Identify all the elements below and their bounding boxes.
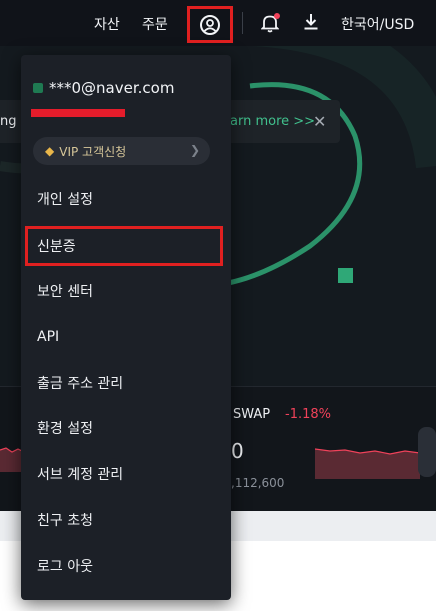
menu-item-security-center[interactable]: 보안 센터	[21, 271, 231, 311]
nav-assets[interactable]: 자산	[94, 14, 120, 34]
chevron-right-icon: ❯	[189, 143, 200, 157]
user-menu-button[interactable]	[187, 6, 233, 43]
language-currency-selector[interactable]: 한국어/USD	[341, 14, 414, 34]
menu-item-preferences[interactable]: 환경 설정	[21, 408, 231, 448]
nav-orders[interactable]: 주문	[142, 14, 168, 34]
menu-item-withdrawal-address[interactable]: 출금 주소 관리	[21, 363, 231, 403]
learn-more-link[interactable]: arn more >>	[230, 114, 315, 129]
menu-item-logout[interactable]: 로그 아웃	[21, 546, 231, 586]
user-circle-icon	[200, 14, 220, 35]
diamond-icon: ◆	[45, 144, 55, 158]
topbar-divider	[242, 12, 243, 34]
menu-item-personal-settings[interactable]: 개인 설정	[21, 179, 231, 219]
sparkline-left	[0, 447, 22, 472]
vip-apply-button[interactable]: ◆ VIP 고객신청 ❯	[33, 137, 210, 165]
highlight-box	[25, 226, 223, 266]
scroll-handle[interactable]	[418, 427, 436, 477]
vip-label: VIP 고객신청	[59, 144, 127, 159]
account-avatar	[33, 83, 43, 93]
account-email-row: ***0@naver.com	[33, 79, 174, 97]
close-icon[interactable]: ✕	[313, 112, 326, 131]
download-icon[interactable]	[303, 13, 319, 31]
ticker-change: -1.18%	[285, 407, 331, 422]
sparkline-right	[315, 448, 420, 479]
menu-item-invite-friends[interactable]: 친구 초청	[21, 500, 231, 540]
ticker-volume: ,112,600	[231, 476, 285, 490]
ticker-pair[interactable]: SWAP	[233, 407, 270, 422]
redacted-uid	[31, 109, 125, 117]
user-dropdown-menu: ***0@naver.com ◆ VIP 고객신청 ❯ 개인 설정 신분증 보안…	[21, 55, 231, 600]
menu-item-sub-accounts[interactable]: 서브 계정 관리	[21, 454, 231, 494]
account-email: ***0@naver.com	[49, 79, 175, 97]
ticker-price: 0	[231, 439, 244, 463]
notification-dot	[274, 13, 280, 19]
top-bar: 자산 주문 한국어/USD	[0, 0, 436, 46]
menu-item-api[interactable]: API	[21, 317, 231, 357]
